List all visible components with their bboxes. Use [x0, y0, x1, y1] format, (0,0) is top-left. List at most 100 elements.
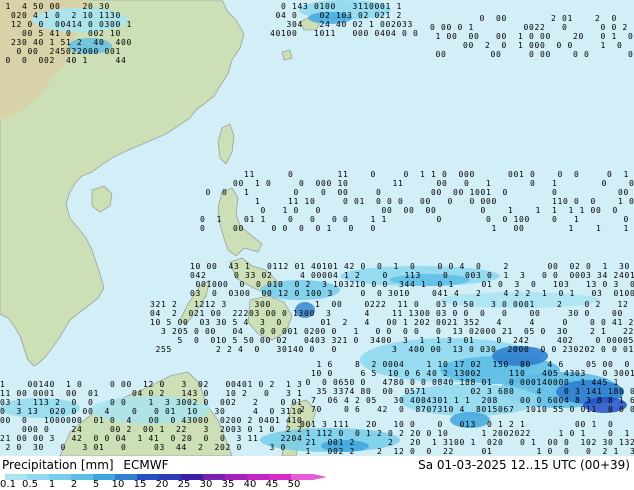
- grid-value: 4: [365, 309, 370, 318]
- grid-value: 0: [405, 387, 410, 396]
- grid-value: 0: [564, 447, 569, 456]
- grid-value: 0: [529, 32, 534, 41]
- grid-value: 0: [297, 407, 302, 416]
- grid-value: 2: [72, 47, 77, 56]
- grid-value: 0: [497, 336, 502, 345]
- grid-value: 4: [460, 405, 465, 414]
- grid-value: 2: [270, 380, 275, 389]
- grid-value: 1: [498, 420, 503, 429]
- grid-value: 0: [437, 215, 442, 224]
- grid-value: 3: [414, 309, 419, 318]
- grid-value: 0: [469, 327, 474, 336]
- grid-value: 1: [394, 420, 399, 429]
- grid-value: 0: [189, 309, 194, 318]
- grid-value: 0: [321, 318, 326, 327]
- grid-value: 0: [509, 387, 514, 396]
- grid-value: 1: [366, 429, 371, 438]
- grid-value: 6: [559, 360, 564, 369]
- grid-value: 0: [427, 447, 432, 456]
- grid-value: 1: [618, 197, 623, 206]
- grid-value: 0: [322, 378, 327, 387]
- grid-value: 0: [502, 14, 507, 23]
- grid-value: 0: [552, 345, 557, 354]
- grid-value: 0: [612, 309, 617, 318]
- grid-value: 2: [350, 262, 355, 271]
- grid-value: 3: [568, 345, 573, 354]
- grid-value: 1: [410, 271, 415, 280]
- grid-value: 0: [519, 345, 524, 354]
- grid-value: 2: [376, 300, 381, 309]
- grid-value: 0: [404, 206, 409, 215]
- grid-value: 3: [234, 289, 239, 298]
- grid-value: 0: [619, 405, 624, 414]
- grid-value: 8: [355, 360, 360, 369]
- grid-value: 2: [172, 309, 177, 318]
- grid-value: 0: [410, 378, 415, 387]
- grid-value: 2: [253, 398, 258, 407]
- grid-value: 0: [371, 224, 376, 233]
- grid-value: 2: [504, 262, 509, 271]
- grid-value: 3: [408, 20, 413, 29]
- grid-value: 1: [105, 11, 110, 20]
- grid-value: 0: [259, 380, 264, 389]
- grid-value: 2: [339, 447, 344, 456]
- grid-value: 4: [380, 29, 385, 38]
- grid-value: 2: [77, 434, 82, 443]
- grid-value: 0: [453, 309, 458, 318]
- grid-value: 4: [33, 11, 38, 20]
- grid-value: 0: [481, 197, 486, 206]
- grid-value: 0: [282, 327, 287, 336]
- grid-value: 1: [28, 407, 33, 416]
- grid-value: 0: [121, 38, 126, 47]
- grid-value: 0: [332, 215, 337, 224]
- grid-value: 2: [355, 396, 360, 405]
- grid-value: 0: [294, 206, 299, 215]
- grid-value: 0: [427, 405, 432, 414]
- grid-value: 0: [276, 11, 281, 20]
- color-scale-label: 45: [265, 479, 279, 490]
- grid-value: 0: [0, 398, 5, 407]
- grid-value: 2: [563, 345, 568, 354]
- grid-value: 0: [592, 289, 597, 298]
- grid-value: 2: [526, 429, 531, 438]
- grid-value: 2: [127, 425, 132, 434]
- grid-value: 0: [480, 327, 485, 336]
- grid-value: 0: [66, 47, 71, 56]
- grid-value: 0: [299, 224, 304, 233]
- grid-value: 1: [83, 56, 88, 65]
- grid-value: 0: [194, 327, 199, 336]
- grid-value: 0: [570, 405, 575, 414]
- grid-value: 1: [6, 2, 11, 11]
- grid-value: 2: [325, 11, 330, 20]
- grid-value: 0: [337, 300, 342, 309]
- grid-value: 0: [596, 206, 601, 215]
- color-scale-label: 5: [92, 479, 100, 490]
- grid-value: 0: [601, 32, 606, 41]
- grid-value: 4: [597, 378, 602, 387]
- grid-value: 1: [614, 447, 619, 456]
- grid-value: 2: [198, 443, 203, 452]
- grid-value: 0: [387, 327, 392, 336]
- grid-value: 5: [244, 336, 249, 345]
- grid-value: 1: [443, 396, 448, 405]
- grid-value: 0: [449, 262, 454, 271]
- grid-value: 2: [306, 438, 311, 447]
- grid-value: 1: [244, 188, 249, 197]
- grid-value: 0: [573, 50, 578, 59]
- grid-value: 3: [150, 300, 155, 309]
- grid-value: 4: [592, 378, 597, 387]
- grid-value: 0: [399, 420, 404, 429]
- color-scale-label: 50: [287, 479, 301, 490]
- grid-value: 0: [116, 434, 121, 443]
- grid-value: 0: [520, 396, 525, 405]
- grid-value: 0: [110, 20, 115, 29]
- grid-value: 0: [630, 280, 634, 289]
- grid-value: 2: [172, 327, 177, 336]
- grid-value: 3: [286, 389, 291, 398]
- grid-value: 0: [608, 438, 613, 447]
- grid-value: 5: [161, 345, 166, 354]
- grid-value: 3: [392, 345, 397, 354]
- grid-value: 1: [205, 300, 210, 309]
- grid-value: 0: [414, 300, 419, 309]
- grid-value: 0: [310, 197, 315, 206]
